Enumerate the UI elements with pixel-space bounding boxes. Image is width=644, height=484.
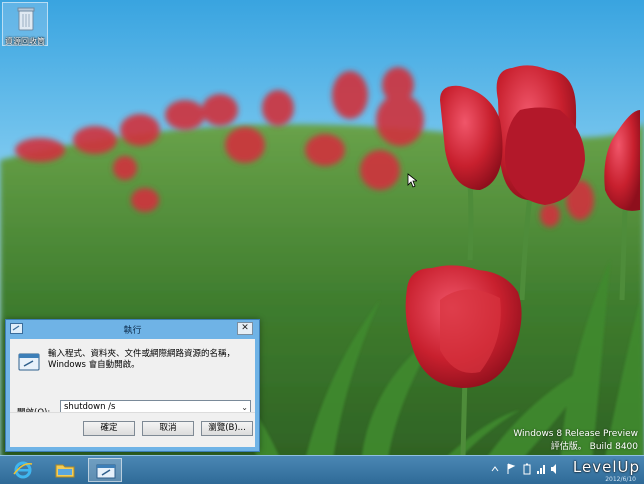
taskbar: LevelUp 2012/6/10 bbox=[0, 455, 644, 484]
dialog-button-row: 確定 取消 瀏覽(B)... bbox=[10, 412, 255, 447]
dialog-title: 執行 bbox=[123, 326, 142, 336]
internet-explorer-icon bbox=[13, 461, 33, 479]
dialog-body: 輸入程式、資料夾、文件或網際網路資源的名稱，Windows 會自動開啟。 開啟(… bbox=[10, 339, 255, 447]
run-icon bbox=[96, 464, 116, 479]
mouse-cursor-icon bbox=[407, 173, 417, 188]
dialog-description: 輸入程式、資料夾、文件或網際網路資源的名稱，Windows 會自動開啟。 bbox=[48, 349, 236, 370]
close-button[interactable]: ✕ bbox=[237, 322, 253, 335]
close-icon: ✕ bbox=[241, 323, 249, 333]
recycle-bin-shortcut[interactable]: 資源回收筒 bbox=[2, 2, 48, 46]
battery-icon[interactable] bbox=[522, 463, 532, 475]
watermark-build: 評估版。 Build 8400 bbox=[550, 442, 638, 452]
taskbar-run-dialog[interactable] bbox=[88, 458, 122, 482]
overlay-date: 2012/6/10 bbox=[605, 476, 636, 483]
windows-watermark: Windows 8 Release Preview 評估版。 Build 840… bbox=[513, 428, 638, 454]
watermark-edition: Windows 8 Release Preview bbox=[513, 429, 638, 439]
taskbar-file-explorer[interactable] bbox=[48, 458, 82, 482]
cancel-button[interactable]: 取消 bbox=[142, 421, 194, 436]
network-icon[interactable] bbox=[536, 463, 546, 475]
recycle-bin-icon bbox=[17, 7, 35, 31]
flag-icon[interactable] bbox=[506, 463, 516, 475]
dialog-titlebar[interactable]: 執行 ✕ bbox=[6, 320, 259, 338]
volume-icon[interactable] bbox=[550, 463, 560, 475]
taskbar-internet-explorer[interactable] bbox=[6, 458, 40, 482]
command-value[interactable]: shutdown /s bbox=[64, 402, 115, 412]
run-program-icon bbox=[18, 353, 40, 371]
browse-button[interactable]: 瀏覽(B)... bbox=[201, 421, 253, 436]
run-dialog: 執行 ✕ 輸入程式、資料夾、文件或網際網路資源的名稱，Windows 會自動開啟… bbox=[5, 319, 260, 452]
show-hidden-icons-icon[interactable] bbox=[490, 463, 500, 475]
ok-button[interactable]: 確定 bbox=[83, 421, 135, 436]
file-explorer-icon bbox=[55, 464, 75, 478]
recycle-bin-label: 資源回收筒 bbox=[5, 37, 45, 46]
levelup-overlay: LevelUp bbox=[572, 458, 640, 476]
